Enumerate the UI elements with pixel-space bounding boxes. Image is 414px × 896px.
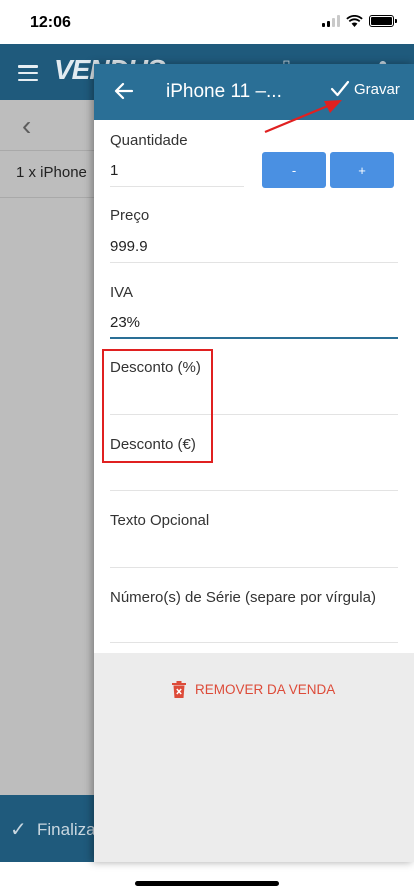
annotation-highlight-box (102, 349, 213, 463)
price-underline (110, 262, 398, 263)
vat-label: IVA (110, 284, 134, 301)
status-time: 12:06 (30, 14, 71, 31)
remove-from-sale-label: REMOVER DA VENDA (195, 682, 336, 697)
quantity-label: Quantidade (110, 132, 188, 149)
serial-numbers-underline (110, 642, 398, 643)
cart-item-label[interactable]: 1 x iPhone (16, 164, 87, 181)
home-area (0, 862, 414, 896)
price-label: Preço (110, 207, 150, 224)
optional-text-label: Texto Opcional (110, 512, 210, 529)
battery-icon (369, 15, 397, 27)
signal-icon (322, 15, 340, 27)
optional-text-underline (110, 567, 398, 568)
menu-icon[interactable] (18, 65, 38, 81)
panel-footer: REMOVER DA VENDA (94, 653, 414, 862)
vat-underline (110, 337, 398, 339)
remove-from-sale-button[interactable]: REMOVER DA VENDA (172, 681, 335, 698)
annotation-arrow (264, 100, 342, 134)
back-arrow-icon[interactable] (112, 79, 136, 103)
home-indicator (135, 881, 279, 886)
increment-button[interactable]: + (330, 152, 394, 188)
quantity-underline (110, 186, 244, 187)
finalize-label: Finaliza (37, 820, 96, 839)
discount-euro-underline (110, 490, 398, 491)
edit-item-panel: iPhone 11 –... Gravar Quantidade 1 - + P… (94, 64, 414, 862)
serial-numbers-label: Número(s) de Série (separe por vírgula) (110, 589, 376, 606)
decrement-button[interactable]: - (262, 152, 326, 188)
quantity-input[interactable]: 1 (110, 162, 118, 179)
status-icons (322, 15, 397, 27)
price-input[interactable]: 999.9 (110, 238, 148, 255)
status-bar: 12:06 (0, 0, 414, 44)
chevron-left-icon[interactable]: ‹ (22, 110, 31, 142)
trash-icon (172, 681, 186, 698)
save-label: Gravar (354, 80, 400, 98)
wifi-icon (346, 15, 363, 27)
panel-header: iPhone 11 –... Gravar (94, 64, 414, 120)
vat-input[interactable]: 23% (110, 314, 140, 331)
checkmark-icon: ✓ (10, 819, 27, 841)
